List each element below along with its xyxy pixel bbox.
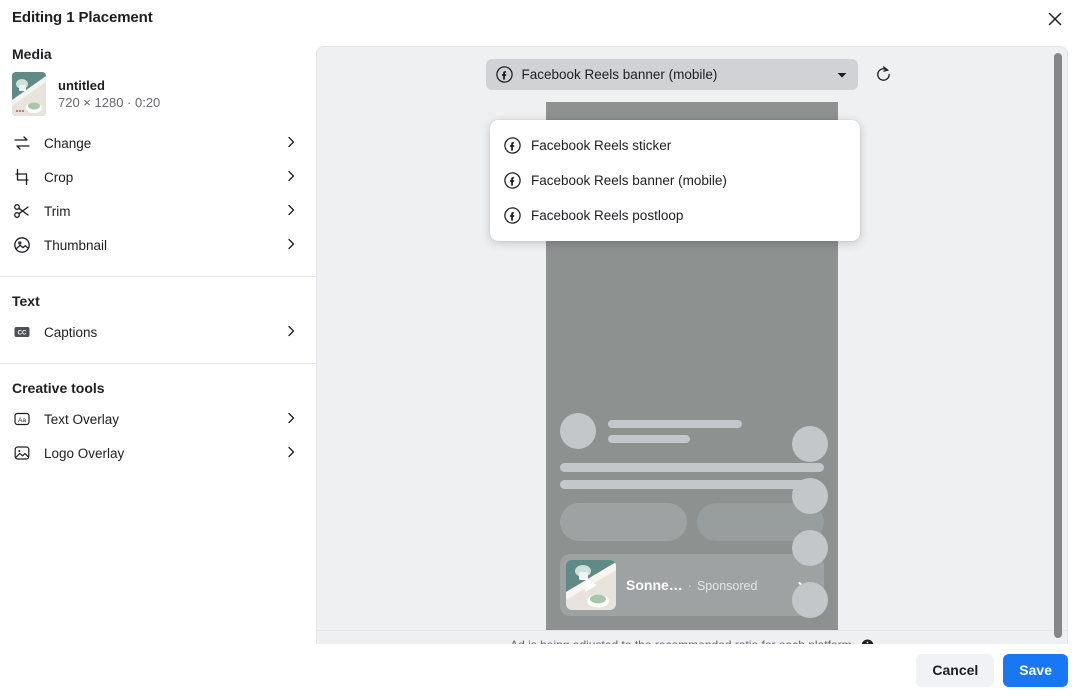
dropdown-option-label: Facebook Reels sticker [531, 138, 672, 153]
skeleton-bar [608, 419, 742, 428]
crop-icon [12, 167, 32, 187]
media-filename: untitled [58, 78, 105, 93]
placement-select[interactable]: Facebook Reels banner (mobile) [485, 59, 858, 90]
facebook-icon [504, 137, 521, 154]
dialog-body: Media untitled 720 × 1280 · 0:20 Change … [0, 34, 1080, 644]
skeleton-avatar-row [560, 413, 824, 449]
sidebar-section-text: Text CC Captions [0, 276, 316, 349]
chevron-right-icon [284, 169, 300, 185]
facebook-icon [495, 66, 513, 83]
close-icon [1047, 11, 1063, 27]
text-overlay-aa-icon: Aa [12, 409, 32, 429]
skeleton-pill [560, 503, 687, 541]
skeleton-action-dot[interactable] [792, 582, 828, 618]
skeleton-bar [560, 463, 824, 472]
chevron-right-icon [284, 135, 300, 151]
refresh-icon [874, 65, 893, 84]
close-button[interactable] [1042, 6, 1068, 32]
sidebar-item-captions[interactable]: CC Captions [10, 315, 306, 349]
preview-scrollbar-thumb[interactable] [1054, 53, 1062, 638]
sponsored-text: Sonne… · Sponsored [626, 577, 786, 593]
save-button[interactable]: Save [1003, 653, 1068, 687]
section-title-text: Text [12, 293, 40, 309]
placement-toolbar: Facebook Reels banner (mobile) [317, 47, 1067, 90]
preview-scrollbar[interactable] [1054, 53, 1062, 638]
sponsored-label: Sponsored [696, 579, 758, 593]
facebook-icon [504, 207, 521, 224]
page-title: Editing 1 Placement [12, 8, 153, 26]
info-icon[interactable] [861, 639, 874, 644]
facebook-icon [504, 172, 521, 189]
skeleton-bar [560, 480, 817, 489]
media-asset-row[interactable]: untitled 720 × 1280 · 0:20 [10, 68, 306, 126]
sidebar-item-text-overlay[interactable]: Aa Text Overlay [10, 402, 306, 436]
sidebar-item-label: Captions [44, 324, 98, 340]
cancel-button[interactable]: Cancel [916, 653, 995, 687]
skeleton-bar [608, 434, 691, 443]
skeleton-caption-group [560, 463, 824, 489]
sidebar-item-thumbnail[interactable]: Thumbnail [10, 228, 306, 262]
placement-dropdown-menu: Facebook Reels sticker Facebook Reels ba… [490, 120, 860, 241]
skeleton-action-dot[interactable] [792, 530, 828, 566]
sidebar-item-label: Thumbnail [44, 237, 108, 253]
dropdown-option-reels-banner-mobile[interactable]: Facebook Reels banner (mobile) [490, 163, 860, 198]
section-title-creative-tools: Creative tools [12, 380, 105, 396]
sidebar: Media untitled 720 × 1280 · 0:20 Change … [0, 34, 316, 644]
preview-disclaimer: Ad is being adjusted to the recommended … [317, 630, 1067, 644]
sidebar-item-label: Change [44, 135, 92, 151]
sidebar-item-label: Trim [44, 203, 71, 219]
svg-text:CC: CC [18, 329, 27, 336]
media-thumbnail [12, 72, 46, 116]
refresh-preview-button[interactable] [868, 59, 899, 90]
logo-overlay-image-icon [12, 443, 32, 463]
sidebar-item-label: Logo Overlay [44, 445, 125, 461]
sidebar-item-logo-overlay[interactable]: Logo Overlay [10, 436, 306, 470]
sidebar-section-media: Media untitled 720 × 1280 · 0:20 Change … [0, 34, 316, 262]
dialog-footer: Cancel Save [0, 644, 1080, 696]
skeleton-action-dot[interactable] [792, 478, 828, 514]
play-icon [585, 578, 597, 592]
sponsored-thumbnail [566, 560, 616, 610]
trim-scissors-icon [12, 201, 32, 221]
closed-captions-icon: CC [12, 322, 32, 342]
sidebar-item-label: Text Overlay [44, 411, 120, 427]
swap-arrows-icon [12, 133, 32, 153]
sponsored-separator: · [687, 579, 692, 593]
sidebar-item-trim[interactable]: Trim [10, 194, 306, 228]
sidebar-item-label: Crop [44, 169, 74, 185]
chevron-right-icon [284, 203, 300, 219]
dropdown-option-label: Facebook Reels postloop [531, 208, 684, 223]
disclaimer-text: Ad is being adjusted to the recommended … [510, 638, 855, 644]
media-metadata: untitled 720 × 1280 · 0:20 [58, 78, 160, 110]
skeleton-avatar [560, 413, 596, 449]
sidebar-section-creative-tools: Creative tools Aa Text Overlay Logo Over… [0, 363, 316, 470]
media-dimensions-duration: 720 × 1280 · 0:20 [58, 95, 161, 110]
skeleton-action-dot[interactable] [792, 426, 828, 462]
svg-text:Aa: Aa [18, 417, 26, 424]
thumbnail-image-icon [12, 235, 32, 255]
dialog-header: Editing 1 Placement [0, 0, 1080, 34]
dropdown-option-reels-sticker[interactable]: Facebook Reels sticker [490, 128, 860, 163]
chevron-right-icon [284, 324, 300, 340]
sidebar-item-change[interactable]: Change [10, 126, 306, 160]
chevron-right-icon [284, 445, 300, 461]
dropdown-option-reels-postloop[interactable]: Facebook Reels postloop [490, 198, 860, 233]
placement-select-value: Facebook Reels banner (mobile) [521, 67, 718, 82]
section-title-media: Media [12, 46, 52, 62]
chevron-right-icon [284, 237, 300, 253]
edit-placement-dialog: Editing 1 Placement Media untitled 720 ×… [0, 0, 1080, 696]
sidebar-item-crop[interactable]: Crop [10, 160, 306, 194]
dropdown-option-label: Facebook Reels banner (mobile) [531, 173, 727, 188]
advertiser-name: Sonne… [626, 577, 683, 593]
skeleton-pill-row [560, 503, 824, 541]
reel-action-rail [792, 426, 828, 618]
sponsored-card[interactable]: Sonne… · Sponsored [560, 554, 824, 616]
chevron-down-icon [836, 69, 848, 81]
chevron-right-icon [284, 411, 300, 427]
